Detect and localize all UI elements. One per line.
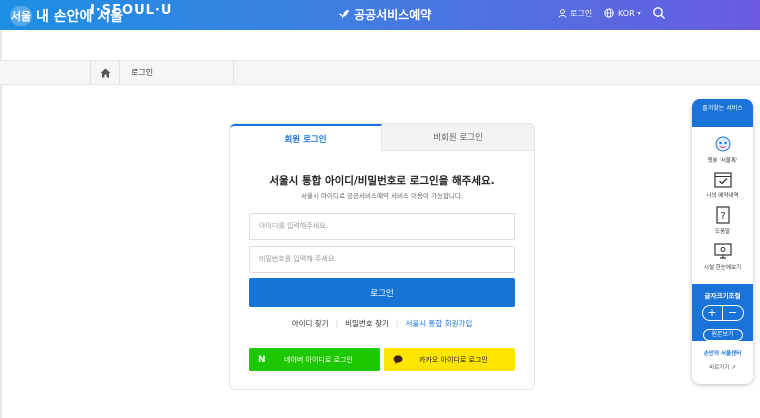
i-seoul-u-brand: I·SEOUL·U: [90, 3, 173, 18]
language-selector[interactable]: KOR ▾: [604, 8, 641, 18]
quick-item-chatbot[interactable]: 챗봇 '서울톡': [692, 135, 753, 164]
quick-item-label: 시설 한눈에보기: [703, 265, 742, 271]
language-label: KOR: [618, 8, 635, 18]
font-reset-button[interactable]: 원본보기: [702, 329, 743, 341]
chatbot-icon: [715, 136, 730, 152]
home-icon: [100, 68, 110, 77]
login-tabs: 회원 로그인 비회원 로그인: [230, 124, 534, 151]
login-button[interactable]: 로그인: [249, 278, 515, 307]
quick-item-facility-view[interactable]: 시설 한눈에보기: [692, 242, 753, 271]
find-password-link[interactable]: 비밀번호 찾기: [345, 318, 389, 329]
left-edge: [0, 30, 2, 418]
site-title-text: 공공서비스예약: [354, 8, 432, 22]
font-size-title: 글자크기조절: [704, 292, 741, 300]
user-id-input[interactable]: 아이디를 입력해주세요.: [249, 213, 515, 240]
user-icon: [558, 9, 567, 18]
tab-guest-login[interactable]: 비회원 로그인: [382, 124, 534, 151]
shortcut-link[interactable]: 바로가기 ↗: [692, 363, 753, 371]
find-id-link[interactable]: 아이디 찾기: [292, 318, 329, 329]
sonan-seoul-center-link[interactable]: 손안의 서울센터 바로가기 ↗: [692, 349, 753, 371]
breadcrumb: 로그인: [0, 60, 760, 85]
monitor-icon: [713, 243, 732, 259]
naver-icon: N: [258, 354, 266, 365]
header-login-label: 로그인: [570, 9, 593, 18]
header-login-link[interactable]: 로그인: [558, 8, 592, 19]
font-size-control: 글자크기조절 + − 원본보기: [692, 284, 753, 341]
search-icon[interactable]: [652, 6, 666, 20]
kakao-login-label: 카카오 아이디로 로그인: [419, 355, 488, 364]
site-title[interactable]: 공공서비스예약: [336, 6, 431, 23]
naver-login-label: 네이버 아이디로 로그인: [284, 355, 353, 364]
font-increase-button[interactable]: +: [701, 305, 723, 321]
font-decrease-button[interactable]: −: [722, 305, 744, 321]
chevron-down-icon: ▾: [637, 9, 641, 17]
signup-link[interactable]: 서울시 통합 회원가입: [405, 318, 472, 329]
kakao-login-button[interactable]: 카카오 아이디로 로그인: [384, 348, 515, 371]
login-title: 서울시 통합 아이디/비밀번호로 로그인을 해주세요.: [269, 175, 495, 187]
breadcrumb-home[interactable]: [90, 61, 120, 84]
sonan-seoul-logo: 손안의 서울센터: [703, 351, 742, 357]
quick-menu-title: 즐겨찾는 서비스: [692, 99, 753, 127]
tab-member-login[interactable]: 회원 로그인: [230, 124, 382, 151]
quick-item-label: 나의 예약내역: [706, 193, 739, 199]
svg-text:?: ?: [720, 211, 725, 222]
globe-icon: [604, 8, 614, 18]
calendar-check-icon: [713, 172, 732, 188]
seoul-logo-mark: 서울: [10, 6, 32, 26]
link-separator: |: [395, 319, 399, 328]
quick-item-help[interactable]: ? 도움말: [692, 206, 753, 235]
naver-login-button[interactable]: N 네이버 아이디로 로그인: [249, 348, 380, 371]
kakao-chat-icon: [393, 355, 403, 364]
account-links: 아이디 찾기 | 비밀번호 찾기 | 서울시 통합 회원가입: [230, 318, 534, 329]
password-input[interactable]: 비밀번호를 입력해 주세요.: [249, 246, 515, 273]
breadcrumb-current: 로그인: [121, 61, 234, 84]
quick-item-my-reservations[interactable]: 나의 예약내역: [692, 170, 753, 199]
quick-menu: 즐겨찾는 서비스 챗봇 '서울톡' 나의 예약내역 ? 도움말 시설 한눈에보기…: [692, 99, 753, 384]
sprout-icon: [338, 9, 349, 21]
top-header: 서울 내 손안에 서울 I·SEOUL·U 공공서비스예약 로그인 KOR ▾: [0, 0, 760, 30]
quick-item-label: 도움말: [714, 229, 731, 235]
login-panel: 회원 로그인 비회원 로그인 서울시 통합 아이디/비밀번호로 로그인을 해주세…: [229, 123, 535, 390]
font-size-buttons: + −: [692, 305, 753, 321]
link-separator: |: [335, 319, 339, 328]
help-icon: ?: [715, 206, 730, 224]
quick-item-label: 챗봇 '서울톡': [707, 158, 738, 164]
login-subtitle: 서울시 아이디로 공공서비스예약 서비스 이용이 가능합니다.: [301, 192, 463, 200]
